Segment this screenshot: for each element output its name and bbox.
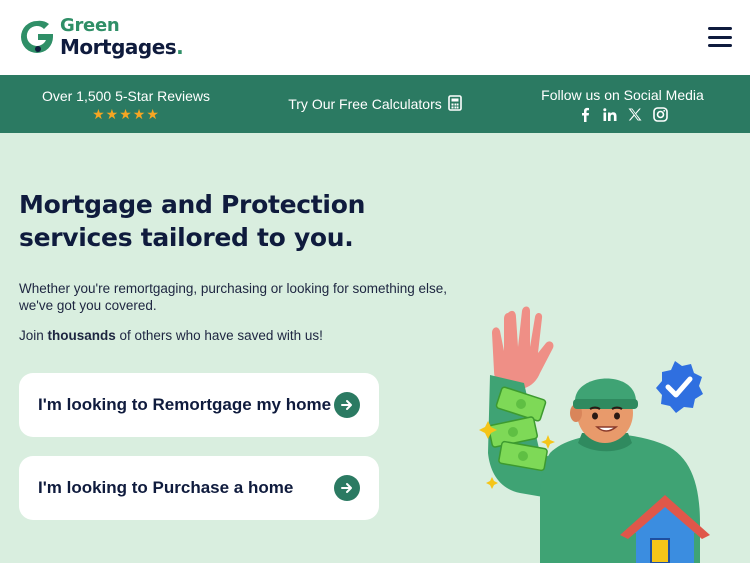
x-twitter-icon[interactable] — [628, 107, 643, 122]
info-bar: Over 1,500 5-Star Reviews ★★★★★ Try Our … — [0, 75, 750, 133]
purchase-button-label: I'm looking to Purchase a home — [38, 478, 294, 497]
logo-text-mortgages: Mortgages. — [60, 35, 184, 59]
star-rating: ★★★★★ — [92, 105, 160, 122]
waving-hand-icon — [492, 306, 554, 389]
join-suffix: of others who have saved with us! — [115, 328, 323, 343]
logo-text-mortgages-word: Mortgages — [60, 35, 177, 59]
arrow-right-icon — [334, 392, 360, 418]
instagram-icon[interactable] — [652, 106, 668, 122]
hero-title-line-2: services tailored to you. — [19, 223, 354, 252]
reviews-text: Over 1,500 5-Star Reviews — [41, 87, 211, 104]
linkedin-icon[interactable] — [603, 107, 618, 122]
reviews-link[interactable]: Over 1,500 5-Star Reviews ★★★★★ — [20, 75, 232, 133]
calculators-link[interactable]: Try Our Free Calculators — [275, 75, 475, 133]
hero-section: Mortgage and Protection services tailore… — [0, 133, 750, 563]
social-section: Follow us on Social Media — [520, 75, 725, 133]
purchase-button[interactable]: I'm looking to Purchase a home — [19, 456, 379, 520]
calculator-icon — [447, 94, 462, 114]
logo-dot: . — [176, 35, 184, 59]
remortgage-button[interactable]: I'm looking to Remortgage my home — [19, 373, 379, 437]
arrow-right-icon — [334, 475, 360, 501]
logo-g-icon — [18, 18, 56, 56]
hero-title-line-1: Mortgage and Protection — [19, 190, 366, 219]
social-links — [578, 106, 668, 122]
social-text: Follow us on Social Media — [541, 86, 704, 103]
hero-subtitle: Whether you're remortgaging, purchasing … — [19, 281, 448, 313]
brand-logo[interactable]: Green Mortgages. — [18, 15, 184, 59]
logo-text-green: Green — [60, 15, 120, 36]
verified-badge-icon — [656, 361, 703, 413]
hero-join-text: Join thousands of others who have saved … — [19, 328, 323, 343]
site-header: Green Mortgages. — [0, 0, 750, 75]
hero-illustration — [460, 303, 750, 563]
remortgage-button-label: I'm looking to Remortgage my home — [38, 395, 332, 414]
facebook-icon[interactable] — [578, 107, 593, 122]
calculators-text: Try Our Free Calculators — [288, 96, 442, 112]
join-bold: thousands — [47, 328, 116, 343]
hero-title: Mortgage and Protection services tailore… — [19, 188, 419, 254]
hamburger-menu-icon[interactable] — [708, 27, 732, 47]
join-prefix: Join — [19, 328, 48, 343]
